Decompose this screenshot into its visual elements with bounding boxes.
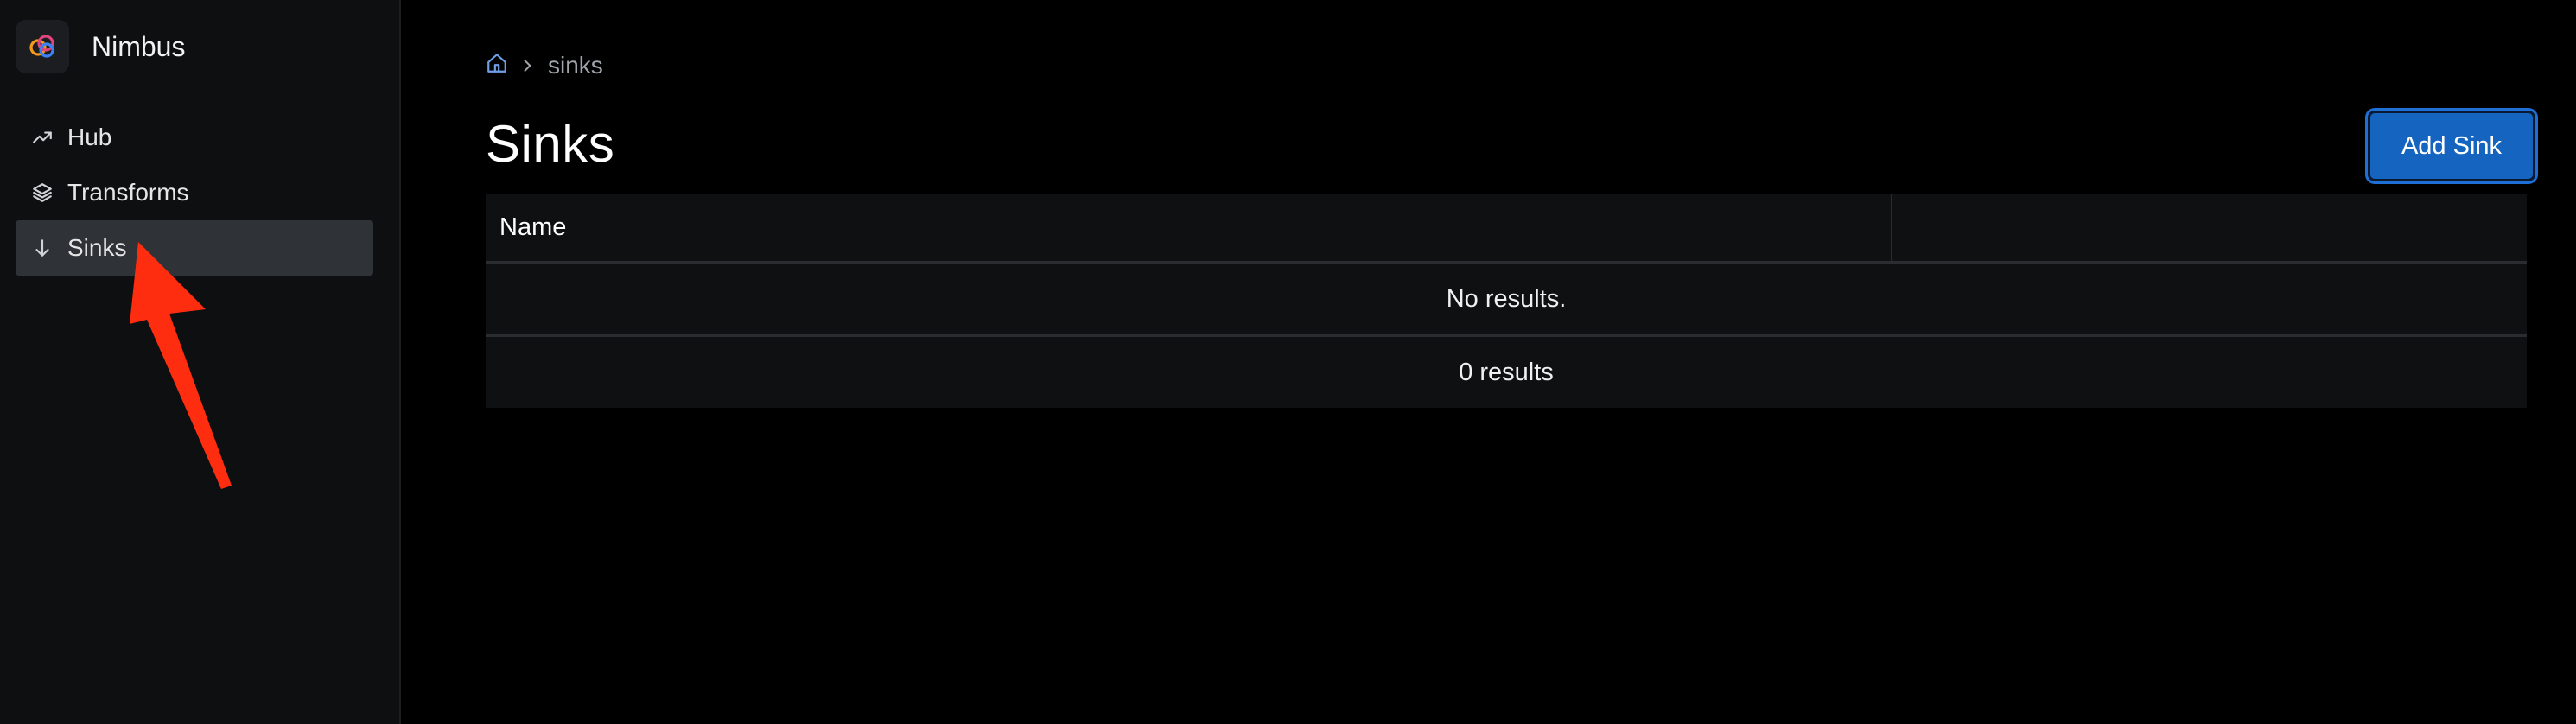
sidebar-item-label: Sinks — [67, 234, 127, 261]
sidebar-item-transforms[interactable]: Transforms — [16, 165, 373, 220]
empty-state-row: No results. — [486, 264, 2527, 337]
home-icon[interactable] — [486, 52, 508, 80]
breadcrumb-current: sinks — [548, 52, 603, 79]
page-title: Sinks — [486, 115, 615, 173]
column-header-name[interactable]: Name — [486, 194, 1892, 261]
annotation-arrow — [130, 242, 232, 489]
table-header: Name — [486, 194, 2527, 264]
sidebar-item-label: Transforms — [67, 179, 189, 206]
add-sink-button[interactable]: Add Sink — [2368, 111, 2535, 181]
results-count: 0 results — [1459, 358, 1554, 386]
nimbus-logo-icon — [16, 20, 69, 73]
sidebar-item-label: Hub — [67, 124, 112, 150]
sidebar-item-hub[interactable]: Hub — [16, 110, 373, 165]
brand[interactable]: Nimbus — [16, 19, 185, 74]
arrow-down-icon — [29, 235, 55, 261]
trending-up-icon — [29, 124, 55, 150]
chevron-right-icon — [518, 57, 536, 74]
app-name: Nimbus — [92, 30, 186, 62]
main-content: sinks Sinks Add Sink Name No results. 0 … — [486, 0, 2576, 724]
breadcrumb: sinks — [486, 50, 603, 81]
sinks-table: Name No results. 0 results — [486, 194, 2527, 408]
column-header-actions — [1892, 194, 2527, 261]
layers-icon — [29, 180, 55, 206]
